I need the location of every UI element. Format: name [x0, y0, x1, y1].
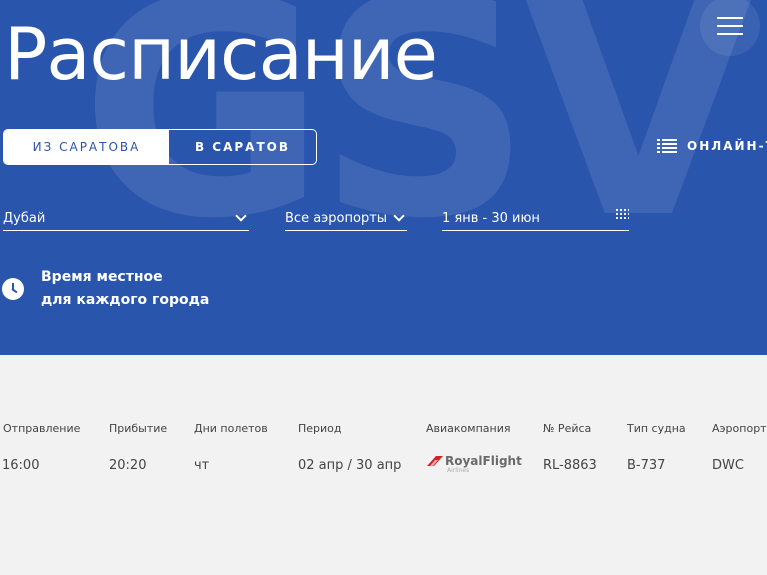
hamburger-icon-line	[717, 33, 743, 35]
online-board-label: ОНЛАЙН-ТА	[687, 139, 767, 153]
column-header: № Рейса	[543, 422, 592, 435]
chevron-down-icon	[393, 210, 405, 222]
tab-from-saratov[interactable]: ИЗ САРАТОВА	[4, 130, 169, 164]
clock-icon	[2, 278, 24, 300]
list-icon	[657, 138, 677, 154]
airport-code: DWC	[712, 458, 744, 473]
airline-name: RoyalFlight	[445, 454, 522, 468]
departure-time: 16:00	[2, 458, 40, 473]
schedule-table-header: Отправление Прибытие Дни полетов Период …	[0, 422, 767, 442]
page-title: Расписание	[4, 12, 438, 96]
note-line-2: для каждого города	[41, 292, 210, 308]
airport-select-value: Все аэропорты	[285, 210, 388, 226]
hamburger-icon	[717, 17, 743, 19]
city-select[interactable]: Дубай	[3, 206, 249, 231]
flight-days: чт	[194, 458, 210, 473]
date-range-value: 1 янв - 30 июн	[442, 210, 540, 226]
airport-select[interactable]: Все аэропорты	[285, 206, 407, 231]
flight-number: RL-8863	[543, 458, 597, 473]
city-select-value: Дубай	[3, 210, 46, 226]
airline-wing-icon	[427, 456, 443, 466]
tab-to-saratov[interactable]: В САРАТОВ	[169, 130, 316, 164]
column-header: Авиакомпания	[426, 422, 511, 435]
menu-button[interactable]	[700, 0, 760, 56]
hamburger-icon-line	[717, 25, 743, 27]
aircraft-type: B-737	[627, 458, 666, 473]
airline-logo: RoyalFlight Airlines	[427, 454, 522, 474]
direction-toggle: ИЗ САРАТОВА В САРАТОВ	[3, 129, 317, 165]
column-header: Отправление	[3, 422, 81, 435]
date-range-picker[interactable]: 1 янв - 30 июн	[442, 206, 629, 231]
arrival-time: 20:20	[109, 458, 147, 473]
calendar-icon	[615, 208, 629, 220]
online-board-link[interactable]: ОНЛАЙН-ТА	[657, 138, 767, 154]
table-row[interactable]: 16:00 20:20 чт 02 апр / 30 апр RoyalFlig…	[0, 454, 767, 478]
hero-section: GSV Расписание ИЗ САРАТОВА В САРАТОВ ОНЛ…	[0, 0, 767, 355]
local-time-note: Время местное для каждого города	[2, 266, 209, 312]
flight-period: 02 апр / 30 апр	[298, 458, 402, 473]
column-header: Прибытие	[109, 422, 168, 435]
column-header: Тип судна	[627, 422, 686, 435]
airline-subtitle: Airlines	[447, 467, 470, 474]
chevron-down-icon	[235, 210, 247, 222]
note-line-1: Время местное	[41, 269, 163, 285]
column-header: Период	[298, 422, 342, 435]
column-header: Дни полетов	[194, 422, 268, 435]
column-header: Аэропорт	[712, 422, 767, 435]
